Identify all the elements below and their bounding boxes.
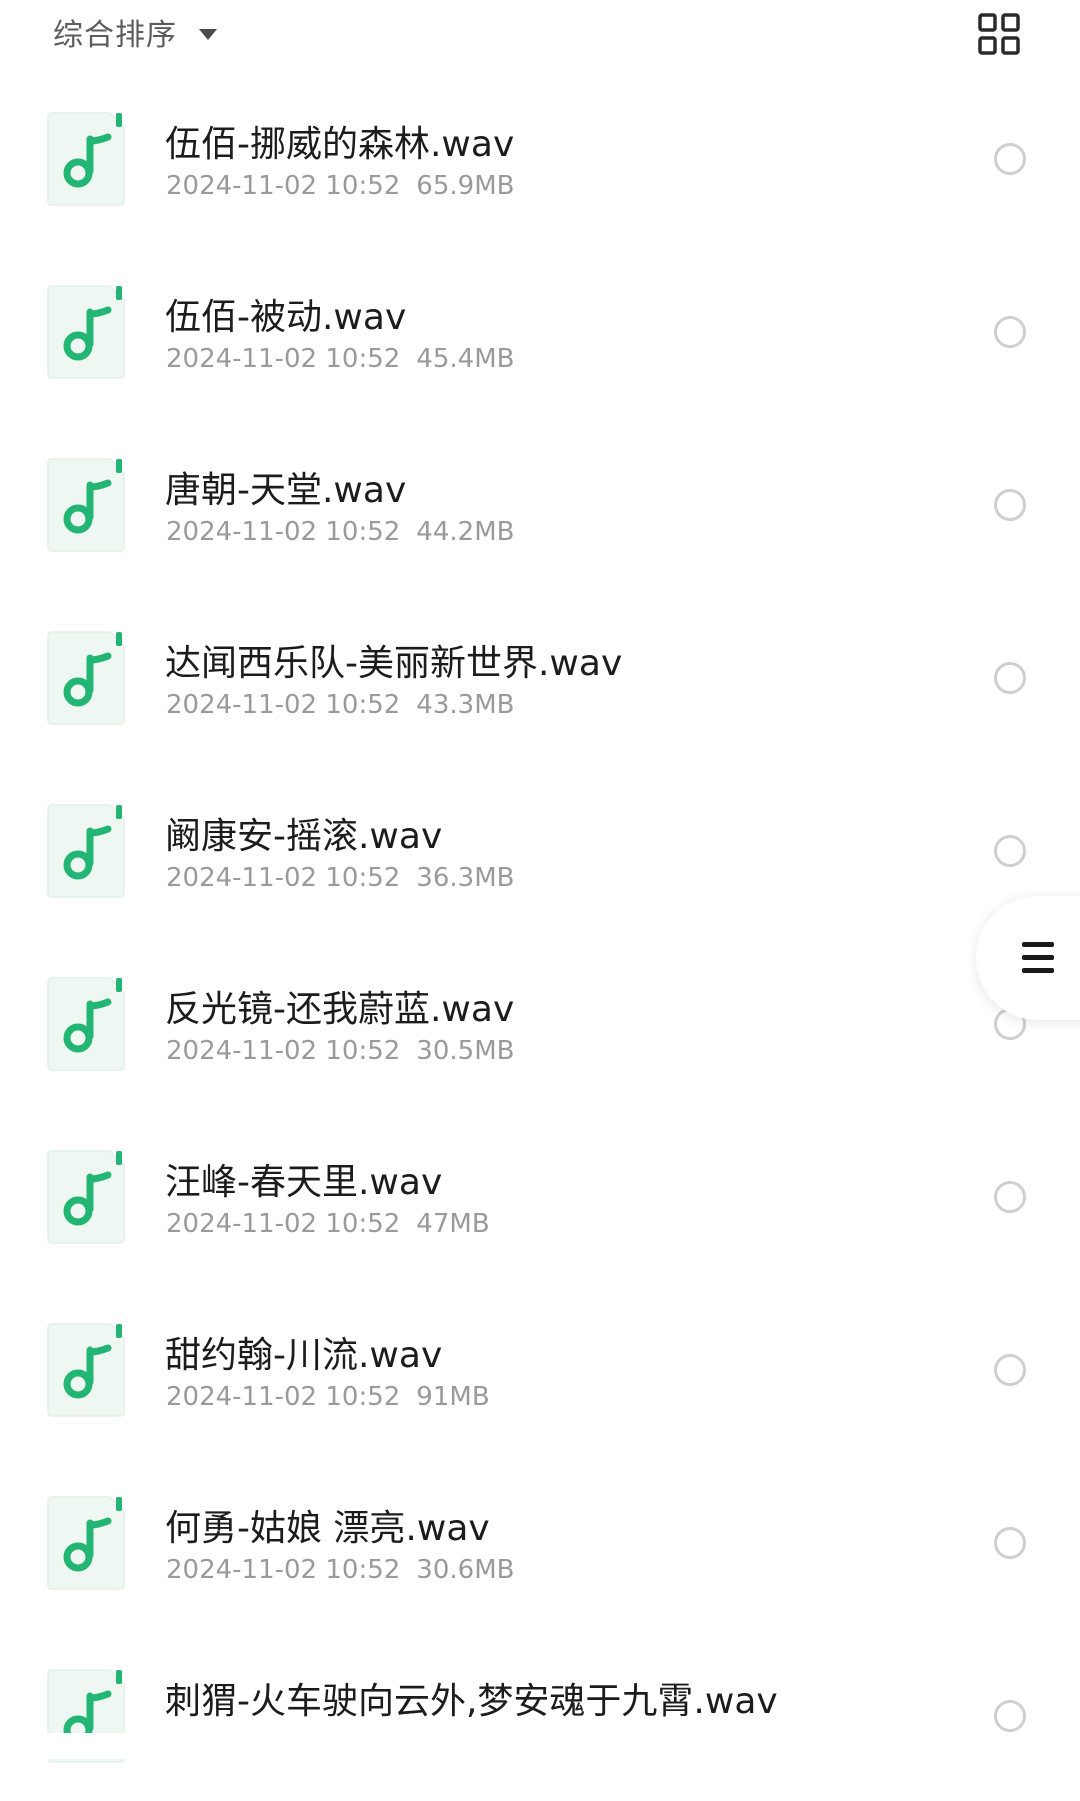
select-radio[interactable] bbox=[994, 489, 1026, 521]
caret-down-icon bbox=[199, 28, 217, 40]
file-row[interactable]: 伍佰-挪威的森林.wav 2024-11-02 10:52 65.9MB bbox=[0, 71, 1080, 244]
file-row[interactable]: 达闻西乐队-美丽新世界.wav 2024-11-02 10:52 43.3MB bbox=[0, 590, 1080, 763]
file-name: 伍佰-挪威的森林.wav bbox=[165, 124, 515, 165]
bottom-edge bbox=[0, 1733, 1080, 1759]
file-name: 刺猬-火车驶向云外,梦安魂于九霄.wav bbox=[165, 1681, 778, 1722]
file-name: 何勇-姑娘 漂亮.wav bbox=[165, 1508, 490, 1549]
file-row[interactable]: 刺猬-火车驶向云外,梦安魂于九霄.wav bbox=[0, 1628, 1080, 1801]
file-name: 唐朝-天堂.wav bbox=[165, 470, 407, 511]
music-file-icon bbox=[46, 284, 126, 380]
file-date: 2024-11-02 10:52 bbox=[166, 171, 401, 201]
select-radio[interactable] bbox=[994, 1181, 1026, 1213]
music-file-icon bbox=[46, 630, 126, 726]
menu-icon bbox=[1022, 942, 1054, 981]
file-size: 45.4MB bbox=[416, 344, 515, 374]
file-meta: 2024-11-02 10:52 47MB bbox=[166, 1209, 490, 1239]
music-file-icon bbox=[46, 1322, 126, 1418]
file-meta: 2024-11-02 10:52 30.6MB bbox=[166, 1555, 514, 1585]
file-meta: 2024-11-02 10:52 65.9MB bbox=[166, 171, 514, 201]
file-row[interactable]: 甜约翰-川流.wav 2024-11-02 10:52 91MB bbox=[0, 1282, 1080, 1455]
file-size: 47MB bbox=[416, 1209, 490, 1239]
file-name: 达闻西乐队-美丽新世界.wav bbox=[165, 643, 623, 684]
file-size: 36.3MB bbox=[416, 863, 515, 893]
file-row[interactable]: 唐朝-天堂.wav 2024-11-02 10:52 44.2MB bbox=[0, 417, 1080, 590]
music-file-icon bbox=[46, 803, 126, 899]
select-radio[interactable] bbox=[994, 835, 1026, 867]
file-meta: 2024-11-02 10:52 44.2MB bbox=[166, 517, 514, 547]
file-date: 2024-11-02 10:52 bbox=[166, 863, 401, 893]
sort-dropdown[interactable]: 综合排序 bbox=[53, 10, 217, 54]
file-size: 43.3MB bbox=[416, 690, 515, 720]
file-row[interactable]: 何勇-姑娘 漂亮.wav 2024-11-02 10:52 30.6MB bbox=[0, 1455, 1080, 1628]
file-meta: 2024-11-02 10:52 43.3MB bbox=[166, 690, 514, 720]
file-meta: 2024-11-02 10:52 91MB bbox=[166, 1382, 490, 1412]
file-name: 伍佰-被动.wav bbox=[165, 297, 407, 338]
file-size: 65.9MB bbox=[416, 171, 515, 201]
file-name: 甜约翰-川流.wav bbox=[165, 1335, 443, 1376]
select-radio[interactable] bbox=[994, 1527, 1026, 1559]
file-date: 2024-11-02 10:52 bbox=[166, 1209, 401, 1239]
music-file-icon bbox=[46, 1149, 126, 1245]
file-date: 2024-11-02 10:52 bbox=[166, 517, 401, 547]
file-name: 汪峰-春天里.wav bbox=[165, 1162, 443, 1203]
file-name: 阚康安-摇滚.wav bbox=[165, 816, 443, 857]
music-file-icon bbox=[46, 1495, 126, 1591]
file-row[interactable]: 伍佰-被动.wav 2024-11-02 10:52 45.4MB bbox=[0, 244, 1080, 417]
select-radio[interactable] bbox=[994, 316, 1026, 348]
file-meta: 2024-11-02 10:52 30.5MB bbox=[166, 1036, 514, 1066]
file-row[interactable]: 汪峰-春天里.wav 2024-11-02 10:52 47MB bbox=[0, 1109, 1080, 1282]
music-file-icon bbox=[46, 457, 126, 553]
file-list: 伍佰-挪威的森林.wav 2024-11-02 10:52 65.9MB 伍佰-… bbox=[0, 71, 1080, 1801]
file-size: 30.5MB bbox=[416, 1036, 515, 1066]
file-name: 反光镜-还我蔚蓝.wav bbox=[165, 989, 515, 1030]
music-file-icon bbox=[46, 976, 126, 1072]
file-row[interactable]: 反光镜-还我蔚蓝.wav 2024-11-02 10:52 30.5MB bbox=[0, 936, 1080, 1109]
select-radio[interactable] bbox=[994, 662, 1026, 694]
file-date: 2024-11-02 10:52 bbox=[166, 1555, 401, 1585]
file-date: 2024-11-02 10:52 bbox=[166, 344, 401, 374]
file-row[interactable]: 阚康安-摇滚.wav 2024-11-02 10:52 36.3MB bbox=[0, 763, 1080, 936]
file-meta: 2024-11-02 10:52 36.3MB bbox=[166, 863, 514, 893]
file-size: 91MB bbox=[416, 1382, 490, 1412]
select-radio[interactable] bbox=[994, 1700, 1026, 1732]
toolbar: 综合排序 bbox=[0, 0, 1080, 64]
file-date: 2024-11-02 10:52 bbox=[166, 1382, 401, 1412]
file-date: 2024-11-02 10:52 bbox=[166, 1036, 401, 1066]
music-file-icon bbox=[46, 111, 126, 207]
file-date: 2024-11-02 10:52 bbox=[166, 690, 401, 720]
select-radio[interactable] bbox=[994, 143, 1026, 175]
grid-view-icon[interactable] bbox=[978, 13, 1020, 55]
file-size: 30.6MB bbox=[416, 1555, 515, 1585]
file-meta: 2024-11-02 10:52 45.4MB bbox=[166, 344, 514, 374]
sort-label: 综合排序 bbox=[53, 18, 177, 53]
select-radio[interactable] bbox=[994, 1354, 1026, 1386]
file-size: 44.2MB bbox=[416, 517, 515, 547]
